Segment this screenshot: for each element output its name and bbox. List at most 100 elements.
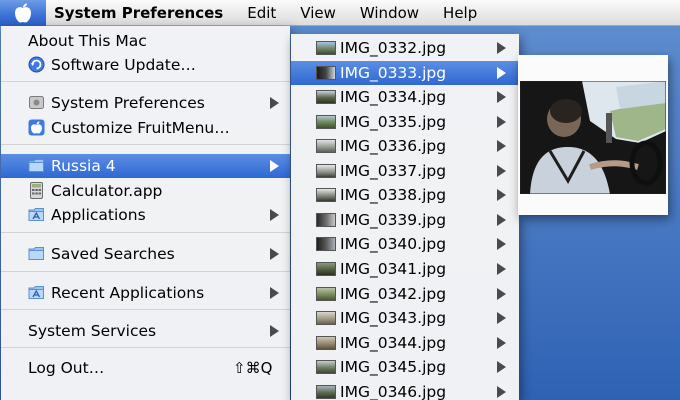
image-preview: [520, 81, 666, 194]
menu-separator: [1, 271, 290, 272]
submenu-arrow-icon: [497, 386, 506, 398]
image-thumbnail: [316, 385, 336, 399]
menu-item-log-out[interactable]: Log Out… ⇧⌘Q: [1, 356, 290, 380]
menu-item-about-this-mac[interactable]: About This Mac: [1, 29, 290, 53]
menu-item-russia-4[interactable]: Russia 4: [1, 154, 290, 178]
menu-item-label: IMG_0342.jpg: [340, 285, 447, 303]
applications-folder-icon: [28, 208, 44, 221]
menu-item-label: About This Mac: [28, 32, 147, 50]
menu-item-label: Recent Applications: [51, 284, 205, 302]
menu-item-label: Applications: [51, 206, 146, 224]
image-thumbnail: [316, 360, 336, 374]
image-thumbnail: [316, 213, 336, 227]
image-preview-panel: [518, 55, 668, 215]
menu-separator: [1, 232, 290, 233]
submenu-arrow-icon: [270, 97, 279, 109]
menu-item-label: Russia 4: [51, 157, 116, 175]
menu-item-image[interactable]: IMG_0340.jpg: [291, 232, 519, 256]
menu-app-name[interactable]: System Preferences: [46, 0, 235, 26]
menu-item-image[interactable]: IMG_0338.jpg: [291, 183, 519, 207]
menu-help[interactable]: Help: [431, 0, 489, 26]
software-update-icon: [28, 56, 45, 73]
menu-item-image[interactable]: IMG_0339.jpg: [291, 208, 519, 232]
menu-separator: [1, 347, 290, 348]
menu-item-image[interactable]: IMG_0333.jpg: [291, 61, 519, 85]
menu-item-saved-searches[interactable]: Saved Searches: [1, 242, 290, 266]
submenu-arrow-icon: [270, 287, 279, 299]
menu-view[interactable]: View: [288, 0, 348, 26]
menu-bar: System Preferences Edit View Window Help: [0, 0, 680, 26]
menu-item-label: IMG_0343.jpg: [340, 309, 447, 327]
image-thumbnail: [316, 90, 336, 104]
menu-item-software-update[interactable]: Software Update…: [1, 53, 290, 77]
menu-item-calculator[interactable]: Calculator.app: [1, 179, 290, 203]
submenu-arrow-icon: [497, 116, 506, 128]
submenu-arrow-icon: [497, 214, 506, 226]
menu-item-image[interactable]: IMG_0346.jpg: [291, 380, 519, 400]
folder-icon: [28, 159, 44, 172]
menu-item-image[interactable]: IMG_0344.jpg: [291, 331, 519, 355]
submenu-arrow-icon: [270, 248, 279, 260]
menu-item-image[interactable]: IMG_0342.jpg: [291, 282, 519, 306]
menu-separator: [1, 309, 290, 310]
menu-item-image[interactable]: IMG_0332.jpg: [291, 36, 519, 60]
submenu-arrow-icon: [270, 325, 279, 337]
menu-item-recent-applications[interactable]: Recent Applications: [1, 281, 290, 305]
menu-item-label: Log Out…: [28, 359, 105, 377]
submenu-arrow-icon: [497, 189, 506, 201]
folder-icon: [28, 247, 44, 260]
menu-item-applications[interactable]: Applications: [1, 203, 290, 227]
menu-item-system-preferences[interactable]: System Preferences: [1, 91, 290, 115]
menu-item-label: IMG_0346.jpg: [340, 383, 447, 400]
image-thumbnail: [316, 188, 336, 202]
menu-item-label: IMG_0332.jpg: [340, 39, 447, 57]
submenu-arrow-icon: [497, 312, 506, 324]
menu-item-label: Saved Searches: [51, 245, 175, 263]
russia-4-submenu: IMG_0332.jpg IMG_0333.jpg IMG_0334.jpg I…: [291, 34, 519, 400]
menu-item-label: Software Update…: [51, 56, 196, 74]
menu-item-image[interactable]: IMG_0345.jpg: [291, 355, 519, 379]
menu-separator: [1, 144, 290, 145]
keyboard-shortcut: ⇧⌘Q: [233, 359, 273, 377]
submenu-arrow-icon: [270, 209, 279, 221]
menu-item-label: IMG_0344.jpg: [340, 334, 447, 352]
menu-window[interactable]: Window: [348, 0, 431, 26]
menu-item-label: IMG_0334.jpg: [340, 88, 447, 106]
calculator-icon: [30, 182, 43, 199]
submenu-arrow-icon: [497, 165, 506, 177]
menu-item-label: IMG_0337.jpg: [340, 162, 447, 180]
menu-item-label: IMG_0336.jpg: [340, 137, 447, 155]
image-thumbnail: [316, 66, 336, 80]
apple-menu-button[interactable]: [0, 0, 46, 26]
menu-item-customize-fruitmenu[interactable]: Customize FruitMenu…: [1, 116, 290, 140]
menu-item-label: IMG_0340.jpg: [340, 235, 447, 253]
menu-item-image[interactable]: IMG_0341.jpg: [291, 257, 519, 281]
menu-item-system-services[interactable]: System Services: [1, 319, 290, 343]
menu-item-label: IMG_0341.jpg: [340, 260, 447, 278]
menu-item-label: IMG_0339.jpg: [340, 211, 447, 229]
submenu-arrow-icon: [497, 361, 506, 373]
menu-item-label: System Services: [28, 322, 157, 340]
menu-item-image[interactable]: IMG_0335.jpg: [291, 110, 519, 134]
submenu-arrow-icon: [497, 238, 506, 250]
menu-item-image[interactable]: IMG_0337.jpg: [291, 159, 519, 183]
menu-item-label: IMG_0338.jpg: [340, 186, 447, 204]
submenu-arrow-icon: [497, 288, 506, 300]
submenu-arrow-icon: [497, 140, 506, 152]
image-thumbnail: [316, 164, 336, 178]
menu-item-label: IMG_0345.jpg: [340, 358, 447, 376]
apple-menu-dropdown: About This Mac Software Update… System P…: [1, 26, 290, 400]
menu-item-label: IMG_0335.jpg: [340, 113, 447, 131]
image-thumbnail: [316, 287, 336, 301]
menu-item-label: Calculator.app: [51, 182, 163, 200]
menu-item-image[interactable]: IMG_0336.jpg: [291, 134, 519, 158]
menu-item-image[interactable]: IMG_0334.jpg: [291, 85, 519, 109]
menu-item-label: System Preferences: [51, 94, 205, 112]
submenu-arrow-icon: [497, 337, 506, 349]
apple-icon: [28, 119, 45, 136]
image-thumbnail: [316, 237, 336, 251]
menu-edit[interactable]: Edit: [235, 0, 288, 26]
menu-item-image[interactable]: IMG_0343.jpg: [291, 306, 519, 330]
menu-item-label: IMG_0333.jpg: [340, 64, 447, 82]
image-thumbnail: [316, 336, 336, 350]
